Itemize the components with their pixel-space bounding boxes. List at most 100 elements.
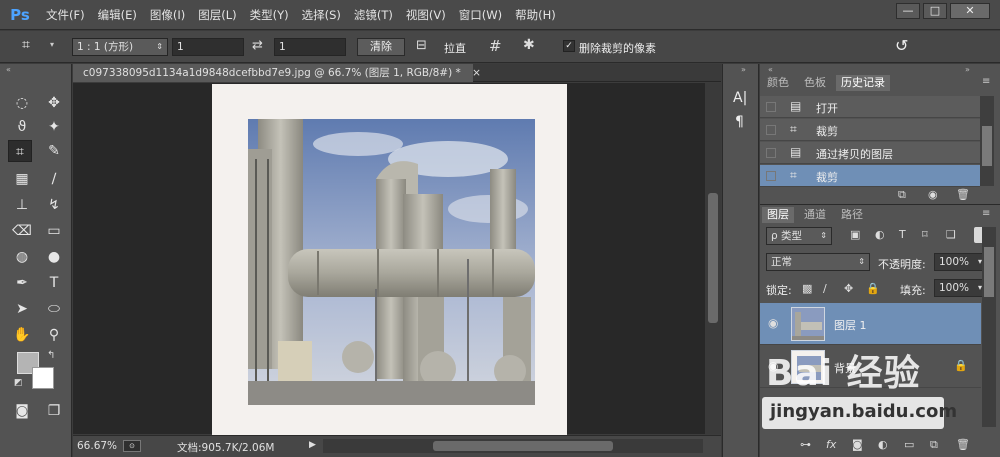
tab-layers[interactable]: 图层 [762,207,794,223]
reset-icon[interactable]: ↺ [895,36,908,55]
history-panel-menu-icon[interactable]: ≡ [982,76,990,87]
lasso-tool-icon[interactable]: ϑ [10,116,34,138]
tab-paths[interactable]: 路径 [836,207,868,223]
tab-swatches[interactable]: 色板 [799,75,831,91]
history-snapshot-checkbox[interactable] [766,148,776,158]
straighten-label[interactable]: 拉直 [444,40,466,56]
filter-type-icon[interactable]: T [899,228,906,241]
crop-icon[interactable]: ⌗ [22,37,30,53]
layer-filter-select[interactable]: ρ 类型 ⇕ [766,227,832,245]
lock-transparent-icon[interactable]: ▩ [802,282,812,295]
history-snapshot-checkbox[interactable] [766,171,776,181]
menu-select[interactable]: 选择(S) [302,7,341,23]
clone-stamp-tool-icon[interactable]: ⊥ [10,194,34,216]
magic-wand-tool-icon[interactable]: ✦ [42,116,66,138]
menu-type[interactable]: 类型(Y) [250,7,289,23]
crop-tool-icon[interactable]: ⌗ [8,140,32,162]
folder-icon[interactable]: ▭ [904,438,914,451]
tab-history[interactable]: 历史记录 [836,75,890,91]
menu-help[interactable]: 帮助(H) [515,7,556,23]
history-brush-tool-icon[interactable]: ↯ [42,194,66,216]
menu-edit[interactable]: 编辑(E) [98,7,137,23]
history-scrollbar[interactable] [980,96,994,186]
move-tool-icon[interactable]: ✥ [42,92,66,114]
status-menu-arrow-icon[interactable]: ▶ [309,440,316,450]
layers-panel-menu-icon[interactable]: ≡ [982,208,990,219]
swap-icon[interactable]: ⇄ [252,38,263,53]
document-tab[interactable]: c097338095d1134a1d9848dcefbbd7e9.jpg @ 6… [73,64,481,82]
blur-tool-icon[interactable]: ◍ [10,246,34,268]
filter-smart-object-icon[interactable]: ❑ [946,228,956,241]
menu-file[interactable]: 文件(F) [46,7,85,23]
type-tool-icon[interactable]: T [42,272,66,294]
visibility-eye-icon[interactable]: ◉ [768,316,778,330]
delete-pixels-checkbox[interactable]: ✓ [563,40,575,52]
healing-brush-tool-icon[interactable]: ▦ [10,168,34,190]
gradient-tool-icon[interactable]: ▭ [42,220,66,242]
menu-filter[interactable]: 滤镜(T) [354,7,393,23]
pen-tool-icon[interactable]: ✒ [10,272,34,294]
history-scroll-thumb[interactable] [982,126,992,166]
menu-window[interactable]: 窗口(W) [459,7,502,23]
maximize-button[interactable]: □ [923,3,947,19]
dodge-tool-icon[interactable]: ● [42,246,66,268]
lock-all-icon[interactable]: 🔒 [866,282,880,295]
panel-dock-collapse-icon[interactable]: » [741,65,746,74]
filter-shape-icon[interactable]: ⌑ [922,228,928,241]
tab-color[interactable]: 颜色 [762,75,794,91]
straighten-icon[interactable]: ⊟ [416,38,427,53]
vertical-scroll-thumb[interactable] [708,193,718,323]
ratio-select[interactable]: 1 : 1 (方形) ⇕ [72,38,168,56]
ellipse-tool-icon[interactable]: ⬭ [42,298,66,320]
screen-mode-icon[interactable]: ❐ [42,400,66,422]
history-row[interactable]: ⌗ 裁剪 [760,119,980,141]
camera-icon[interactable]: ◉ [928,188,938,201]
layers-scrollbar[interactable] [982,227,996,427]
history-panel-collapse-icon[interactable]: « [768,65,773,74]
path-selection-tool-icon[interactable]: ➤ [10,298,34,320]
filter-adjustment-icon[interactable]: ◐ [875,228,885,241]
history-snapshot-checkbox[interactable] [766,102,776,112]
zoom-tool-icon[interactable]: ⚲ [42,324,66,346]
layers-scroll-thumb[interactable] [984,247,994,297]
collapse-icon[interactable]: « [6,65,11,74]
trash-icon[interactable]: 🗑 [956,438,970,451]
horizontal-scroll-thumb[interactable] [433,441,613,451]
layer-name[interactable]: 背景 [834,360,856,376]
layer-row-selected[interactable]: ◉ 图层 1 [760,303,981,345]
zoom-level[interactable]: 66.67% [77,440,117,452]
fill-input[interactable]: 100% ▾ [934,279,986,297]
new-document-from-state-icon[interactable]: ⧉ [898,188,906,202]
history-panel-expand-icon[interactable]: » [965,65,970,74]
crop-height-input[interactable]: 1 [274,38,346,56]
default-colors-icon[interactable]: ◩ [14,378,23,388]
history-snapshot-checkbox[interactable] [766,125,776,135]
lock-position-icon[interactable]: ✥ [844,282,853,295]
vertical-scrollbar[interactable] [705,83,721,434]
close-button[interactable]: ✕ [950,3,990,19]
adjustment-layer-icon[interactable]: ◐ [878,438,888,451]
blend-mode-select[interactable]: 正常 ⇕ [766,253,870,271]
menu-layer[interactable]: 图层(L) [198,7,236,23]
background-color-swatch[interactable] [32,367,54,389]
clear-button[interactable]: 清除 [357,38,405,56]
eyedropper-tool-icon[interactable]: ✎ [42,140,66,162]
swap-colors-icon[interactable]: ↰ [47,350,55,361]
fx-icon[interactable]: fx [826,438,836,451]
layer-mask-icon[interactable]: ◙ [852,438,863,451]
crop-width-input[interactable]: 1 [172,38,244,56]
brush-tool-icon[interactable]: ∕ [42,168,66,190]
minimize-button[interactable]: — [896,3,920,19]
marquee-tool-icon[interactable]: ◌ [10,92,34,114]
history-row[interactable]: ▤ 打开 [760,96,980,118]
visibility-eye-icon[interactable]: ◉ [768,359,778,373]
canvas-photo[interactable] [248,119,535,405]
document-tab-close-icon[interactable]: × [472,67,481,79]
history-row-selected[interactable]: ⌗ 裁剪 [760,165,980,187]
trash-icon[interactable]: 🗑 [956,188,970,201]
eraser-tool-icon[interactable]: ⌫ [10,220,34,242]
layer-row[interactable]: ◉ 背景 🔒 [760,346,981,388]
hand-tool-icon[interactable]: ✋ [10,324,34,346]
opacity-input[interactable]: 100% ▾ [934,253,986,271]
menu-image[interactable]: 图像(I) [150,7,185,23]
